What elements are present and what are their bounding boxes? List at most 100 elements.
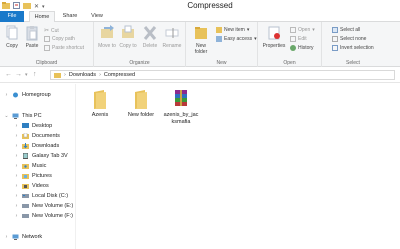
move-to-icon [101,25,114,38]
nav-item-label: Downloads [32,143,60,149]
nav-homegroup[interactable]: › Homegroup [4,90,51,100]
back-button[interactable]: ← [5,71,12,78]
file-item-new-folder[interactable]: New folder [121,88,161,119]
edit-button[interactable]: Edit [290,36,307,42]
copy-icon [6,25,18,40]
chevron-down-icon: ⌄ [4,113,9,119]
clipboard-group-label: Clipboard [35,60,58,66]
chevron-right-icon: › [5,234,8,240]
nav-item-videos[interactable]: › Videos [14,181,49,191]
up-button[interactable]: ↑ [33,71,37,78]
invert-selection-button[interactable]: Invert selection [332,45,374,51]
properties-button[interactable]: Properties [261,25,287,49]
paste-shortcut-icon [44,45,50,51]
delete-button[interactable]: Delete [141,25,159,49]
chevron-right-icon: › [15,173,18,179]
new-item-label: New item [224,27,245,33]
nav-item-local-disk-c[interactable]: › Local Disk (C:) [14,191,68,201]
rename-label: Rename [162,43,182,49]
address-bar-row: ← → ▾ ↑ › Downloads › Compressed [0,67,400,83]
tab-share[interactable]: Share [57,11,83,22]
copy-button[interactable]: Copy [3,25,21,49]
address-bar[interactable]: › Downloads › Compressed [50,70,395,80]
copy-label: Copy [6,43,18,49]
breadcrumb-compressed[interactable]: Compressed [104,72,135,78]
nav-this-pc[interactable]: ⌄ This PC [4,111,42,121]
chevron-down-icon: ▾ [246,27,250,33]
chevron-down-icon: ▾ [312,27,315,33]
nav-item-label: Videos [32,183,49,189]
paste-button[interactable]: Paste [23,25,41,49]
file-item-azenis-archive[interactable]: azenis_by_jacksmafia [163,88,199,125]
new-folder-button[interactable]: New folder [190,25,212,55]
easy-access-button[interactable]: Easy access ▾ [216,36,257,42]
file-item-azenis[interactable]: Azenis [83,88,117,119]
open-icon [290,27,296,33]
tab-file[interactable]: File [0,11,24,22]
select-none-button[interactable]: Select none [332,36,366,42]
chevron-right-icon: › [15,183,18,189]
homegroup-icon [13,92,18,98]
forward-button[interactable]: → [15,71,22,78]
chevron-right-icon: › [5,92,8,98]
rename-button[interactable]: Rename [162,25,182,49]
new-folder-label: New folder [194,43,208,55]
folder-icon [94,90,106,109]
recent-locations-button[interactable]: ▾ [25,72,28,78]
organize-group: Move to Copy to Delete Rename Organize [94,22,186,67]
new-item-button[interactable]: New item ▾ [216,27,249,33]
nav-item-pictures[interactable]: › Pictures [14,171,52,181]
new-group-label: New [216,60,227,66]
history-button[interactable]: History [290,45,314,51]
file-name: Azenis [91,112,109,118]
chevron-right-icon: › [15,123,18,129]
winrar-archive-icon [175,90,187,106]
nav-item-label: Pictures [32,173,52,179]
file-name: New folder [127,112,155,118]
chevron-right-icon: › [15,213,18,219]
ribbon-tabs: File Home Share View [0,11,400,23]
paste-shortcut-button[interactable]: Paste shortcut [44,45,84,51]
new-group: New folder New item ▾ Easy access ▾ New [186,22,258,67]
scissors-icon: ✂ [44,28,50,34]
clipboard-group: Copy Paste ✂ Cut Copy path Paste shortcut… [0,22,94,67]
open-group: Properties Open ▾ Edit History Open [258,22,322,67]
edit-label: Edit [298,36,307,42]
copy-path-button[interactable]: Copy path [44,36,75,42]
nav-network-label: Network [22,234,43,240]
nav-item-galaxy-tab[interactable]: › Galaxy Tab 3V [14,151,68,161]
folder-icon [54,73,61,78]
tab-view[interactable]: View [86,11,108,22]
move-to-button[interactable]: Move to [98,25,116,49]
nav-this-pc-label: This PC [22,113,42,119]
select-all-icon [332,27,338,33]
drive-icon [22,194,29,198]
nav-item-desktop[interactable]: › Desktop [14,121,52,131]
breadcrumb-downloads[interactable]: Downloads [69,72,96,78]
nav-item-documents[interactable]: › Documents [14,131,60,141]
copy-to-button[interactable]: Copy to [119,25,137,49]
invert-selection-label: Invert selection [340,45,374,51]
select-all-button[interactable]: Select all [332,27,360,33]
select-group-label: Select [346,60,360,66]
invert-selection-icon [332,45,338,51]
nav-item-label: New Volume (F:) [32,213,73,219]
new-item-icon [216,27,222,33]
nav-network[interactable]: › Network [4,232,42,242]
select-all-label: Select all [340,27,361,33]
cut-label: Cut [51,27,59,34]
nav-item-new-volume-f[interactable]: › New Volume (F:) [14,211,73,221]
properties-label: Properties [262,43,286,49]
chevron-right-icon: › [15,133,18,139]
file-name: azenis_by_jacksmafia [163,112,199,125]
organize-group-label: Organize [129,60,150,66]
ribbon: Copy Paste ✂ Cut Copy path Paste shortcut… [0,22,400,67]
nav-item-new-volume-e[interactable]: › New Volume (E:) [14,201,74,211]
nav-item-downloads[interactable]: › Downloads [14,141,59,151]
cut-button[interactable]: ✂ Cut [44,27,59,35]
open-button[interactable]: Open ▾ [290,27,315,33]
copy-path-label: Copy path [52,36,75,42]
copy-to-icon [122,25,134,38]
nav-item-music[interactable]: › Music [14,161,46,171]
chevron-right-icon: › [64,72,66,78]
